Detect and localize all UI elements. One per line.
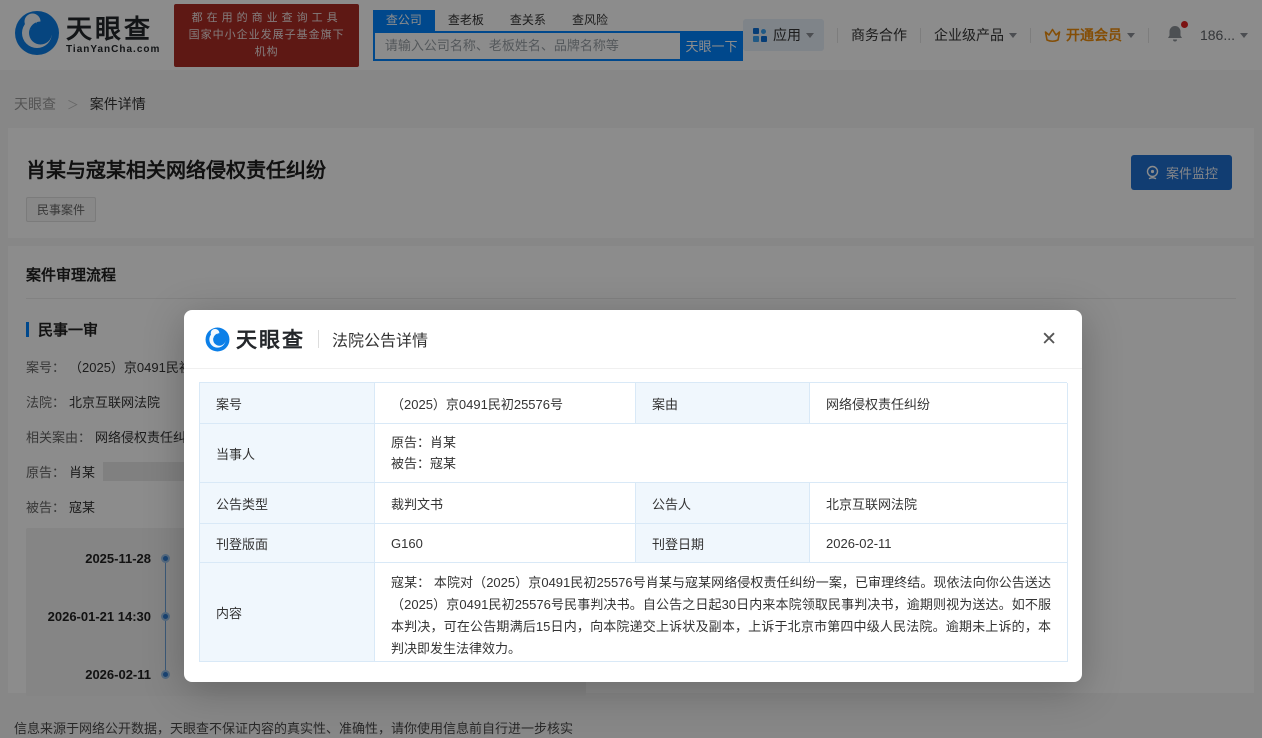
table-label-announcer: 公告人 xyxy=(636,483,810,524)
party-defendant: 被告：寇某 xyxy=(391,453,456,474)
court-announcement-modal: 天眼查 法院公告详情 ✕ 案号 （2025）京0491民初25576号 案由 网… xyxy=(184,310,1082,682)
modal-header-divider xyxy=(318,330,319,348)
table-value-case-no: （2025）京0491民初25576号 xyxy=(375,383,636,424)
tianyancha-logo-icon xyxy=(205,327,230,352)
table-label-party: 当事人 xyxy=(200,424,375,483)
modal-title: 法院公告详情 xyxy=(332,327,428,351)
table-label-page: 刊登版面 xyxy=(200,524,375,563)
table-label-cause: 案由 xyxy=(636,383,810,424)
table-label-type: 公告类型 xyxy=(200,483,375,524)
table-value-content: 寇某： 本院对（2025）京0491民初25576号肖某与寇某网络侵权责任纠纷一… xyxy=(375,563,1068,662)
modal-logo-brand: 天眼查 xyxy=(236,324,305,354)
table-value-type: 裁判文书 xyxy=(375,483,636,524)
announcement-table: 案号 （2025）京0491民初25576号 案由 网络侵权责任纠纷 当事人 原… xyxy=(199,382,1067,662)
table-value-party: 原告：肖某 被告：寇某 xyxy=(375,424,1068,483)
close-icon[interactable]: ✕ xyxy=(1037,326,1061,353)
table-value-cause: 网络侵权责任纠纷 xyxy=(810,383,1068,424)
table-label-case-no: 案号 xyxy=(200,383,375,424)
table-label-content: 内容 xyxy=(200,563,375,662)
table-label-date: 刊登日期 xyxy=(636,524,810,563)
party-plaintiff: 原告：肖某 xyxy=(391,432,456,453)
modal-header: 天眼查 法院公告详情 ✕ xyxy=(184,310,1082,369)
table-value-page: G160 xyxy=(375,524,636,563)
table-value-date: 2026-02-11 xyxy=(810,524,1068,563)
table-value-announcer: 北京互联网法院 xyxy=(810,483,1068,524)
